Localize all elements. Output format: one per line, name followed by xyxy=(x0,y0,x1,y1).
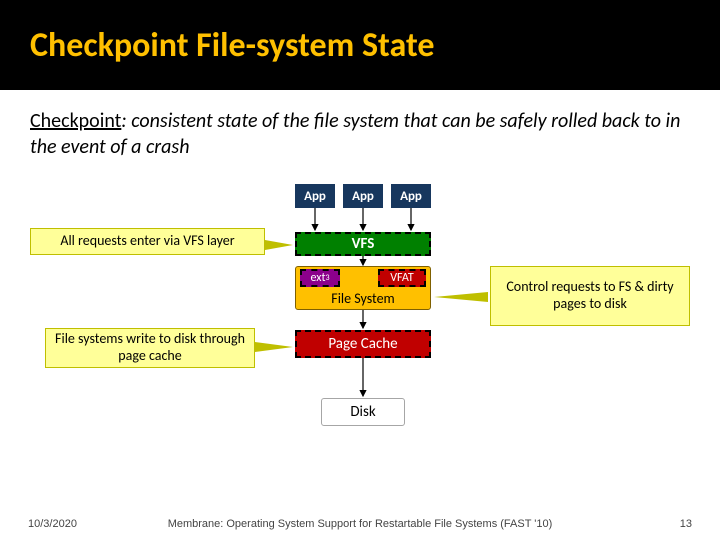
filesystem-label: File System xyxy=(296,290,430,307)
filesystem-box: ext3 VFAT File System xyxy=(295,266,431,310)
title-bar: Checkpoint File-system State xyxy=(0,0,720,90)
app-box-1: App xyxy=(295,184,335,208)
footer-caption: Membrane: Operating System Support for R… xyxy=(0,518,720,530)
callout-vfs-entry: All requests enter via VFS layer xyxy=(30,228,265,255)
diagram: App App App VFS ext3 VFAT File System Pa… xyxy=(0,170,720,510)
definition-term: Checkpoint xyxy=(30,109,121,133)
app-box-2: App xyxy=(343,184,383,208)
vfs-box: VFS xyxy=(295,232,431,256)
disk-box: Disk xyxy=(321,398,405,426)
callout-pointer-icon xyxy=(434,292,488,302)
app-box-3: App xyxy=(391,184,431,208)
ext3-box: ext3 xyxy=(300,269,340,287)
vfat-box: VFAT xyxy=(378,269,426,287)
pagecache-box: Page Cache xyxy=(295,330,431,358)
callout-pointer-icon xyxy=(255,342,293,352)
callout-pointer-icon xyxy=(265,240,293,250)
slide-footer: 10/3/2020 Membrane: Operating System Sup… xyxy=(0,518,720,530)
definition-text: Checkpoint: consistent state of the file… xyxy=(0,90,720,170)
definition-rest: : consistent state of the file system th… xyxy=(30,109,680,159)
callout-pagecache: File systems write to disk through page … xyxy=(45,328,255,368)
callout-control-requests: Control requests to FS & dirty pages to … xyxy=(490,266,690,326)
slide-title: Checkpoint File-system State xyxy=(30,25,434,66)
